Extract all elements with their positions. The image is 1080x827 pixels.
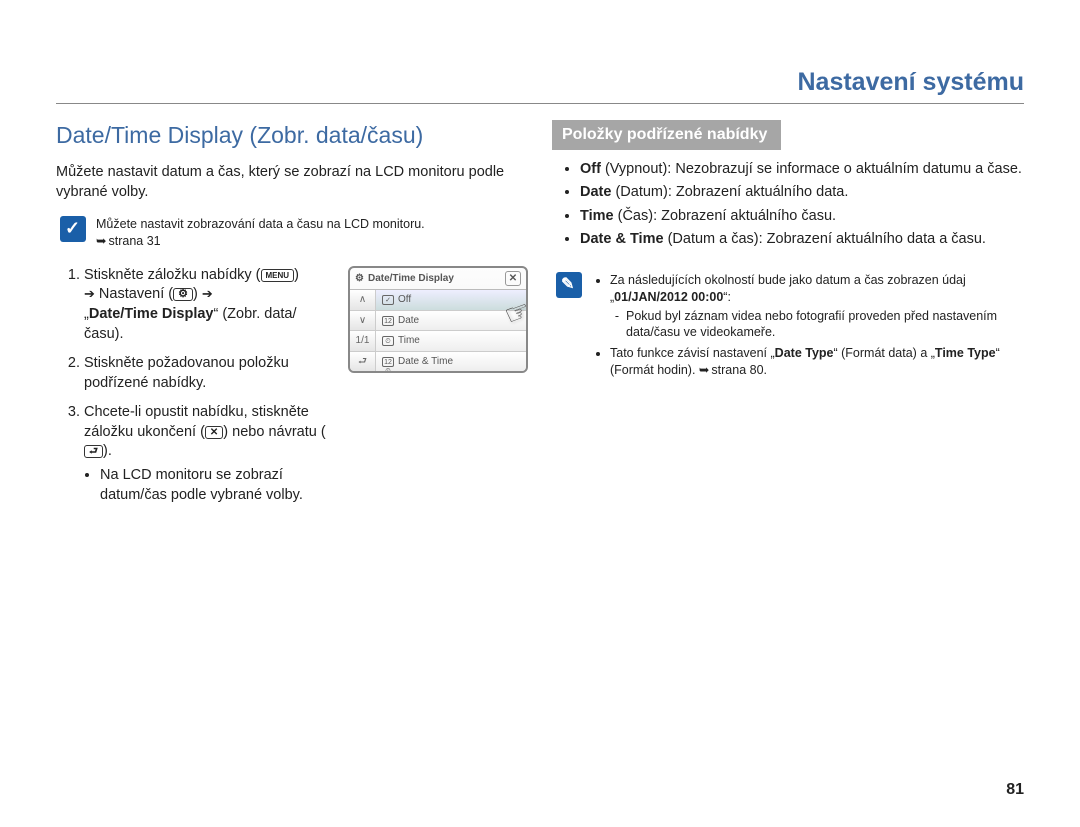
- option-date-time: Date & Time (Datum a čas): Zobrazení akt…: [580, 230, 1024, 250]
- intro-paragraph: Můžete nastavit datum a čas, který se zo…: [56, 163, 528, 202]
- steps-list: Stiskněte záložku nabídky (MENU) ➔ Nasta…: [56, 266, 326, 505]
- date-time-display-bold: Date/Time Display: [89, 306, 214, 322]
- page-ref-icon: [96, 234, 108, 248]
- note-box-1: Můžete nastavit zobrazování data a času …: [56, 216, 528, 250]
- step-1: Stiskněte záložku nabídky (MENU) ➔ Nasta…: [84, 266, 326, 344]
- page-header-title: Nastavení systému: [56, 68, 1024, 104]
- lcd-close-icon: ✕: [505, 271, 521, 287]
- pencil-icon: [556, 272, 582, 298]
- note2-line1: Za následujících okolností bude jako dat…: [610, 272, 1024, 342]
- lcd-up-icon: ∧: [350, 290, 375, 311]
- arrow-icon: ➔: [84, 286, 95, 301]
- note1-pageref: strana 31: [108, 234, 160, 248]
- date-small-icon: 12: [382, 316, 394, 326]
- lcd-row-datetime: 12⏲Date & Time: [376, 352, 526, 372]
- note-box-2: Za následujících okolností bude jako dat…: [552, 272, 1024, 383]
- lcd-screenshot: ⚙ Date/Time Display ✕ ∧ ∨ 1/1 ⮐: [348, 266, 528, 507]
- clock-small-icon: ⏲: [382, 336, 394, 346]
- right-column: Položky podřízené nabídky Off (Vypnout):…: [552, 120, 1024, 515]
- arrow-icon: ➔: [202, 286, 213, 301]
- option-date: Date (Datum): Zobrazení aktuálního data.: [580, 183, 1024, 203]
- check-icon: [60, 216, 86, 242]
- datetime-small-icon: 12⏲: [382, 357, 394, 367]
- note1-line1: Můžete nastavit zobrazování data a času …: [96, 217, 425, 231]
- step-3-bullet: Na LCD monitoru se zobrazí datum/čas pod…: [100, 466, 326, 505]
- lcd-page-indicator: 1/1: [350, 331, 375, 352]
- option-off: Off (Vypnout): Nezobrazují se informace …: [580, 160, 1024, 180]
- page-ref-icon: [699, 363, 711, 377]
- left-column: Date/Time Display (Zobr. data/času) Může…: [56, 120, 528, 515]
- step-3: Chcete-li opustit nabídku, stiskněte zál…: [84, 403, 326, 505]
- note2-line2: Tato funkce závisí nastavení „Date Type“…: [610, 345, 1024, 379]
- lcd-back-icon: ⮐: [350, 352, 375, 372]
- note2-subline: Pokud byl záznam videa nebo fotografií p…: [626, 308, 1024, 342]
- lcd-down-icon: ∨: [350, 311, 375, 332]
- submenu-heading: Položky podřízené nabídky: [552, 120, 781, 150]
- gear-pill-icon: [173, 288, 193, 301]
- menu-pill-icon: MENU: [261, 269, 295, 282]
- return-pill-icon: [84, 445, 103, 458]
- close-pill-icon: [205, 426, 223, 439]
- gear-icon: ⚙: [355, 272, 364, 286]
- lcd-row-date: 12Date: [376, 311, 526, 332]
- page-number: 81: [1006, 781, 1024, 799]
- option-time: Time (Čas): Zobrazení aktuálního času.: [580, 207, 1024, 227]
- lcd-title: Date/Time Display: [368, 272, 454, 286]
- option-list: Off (Vypnout): Nezobrazují se informace …: [552, 160, 1024, 250]
- lcd-row-time: ⏲Time: [376, 331, 526, 352]
- section-title: Date/Time Display (Zobr. data/času): [56, 120, 528, 151]
- check-small-icon: ✓: [382, 295, 394, 305]
- step-2: Stiskněte požadovanou položku podřízené …: [84, 354, 326, 393]
